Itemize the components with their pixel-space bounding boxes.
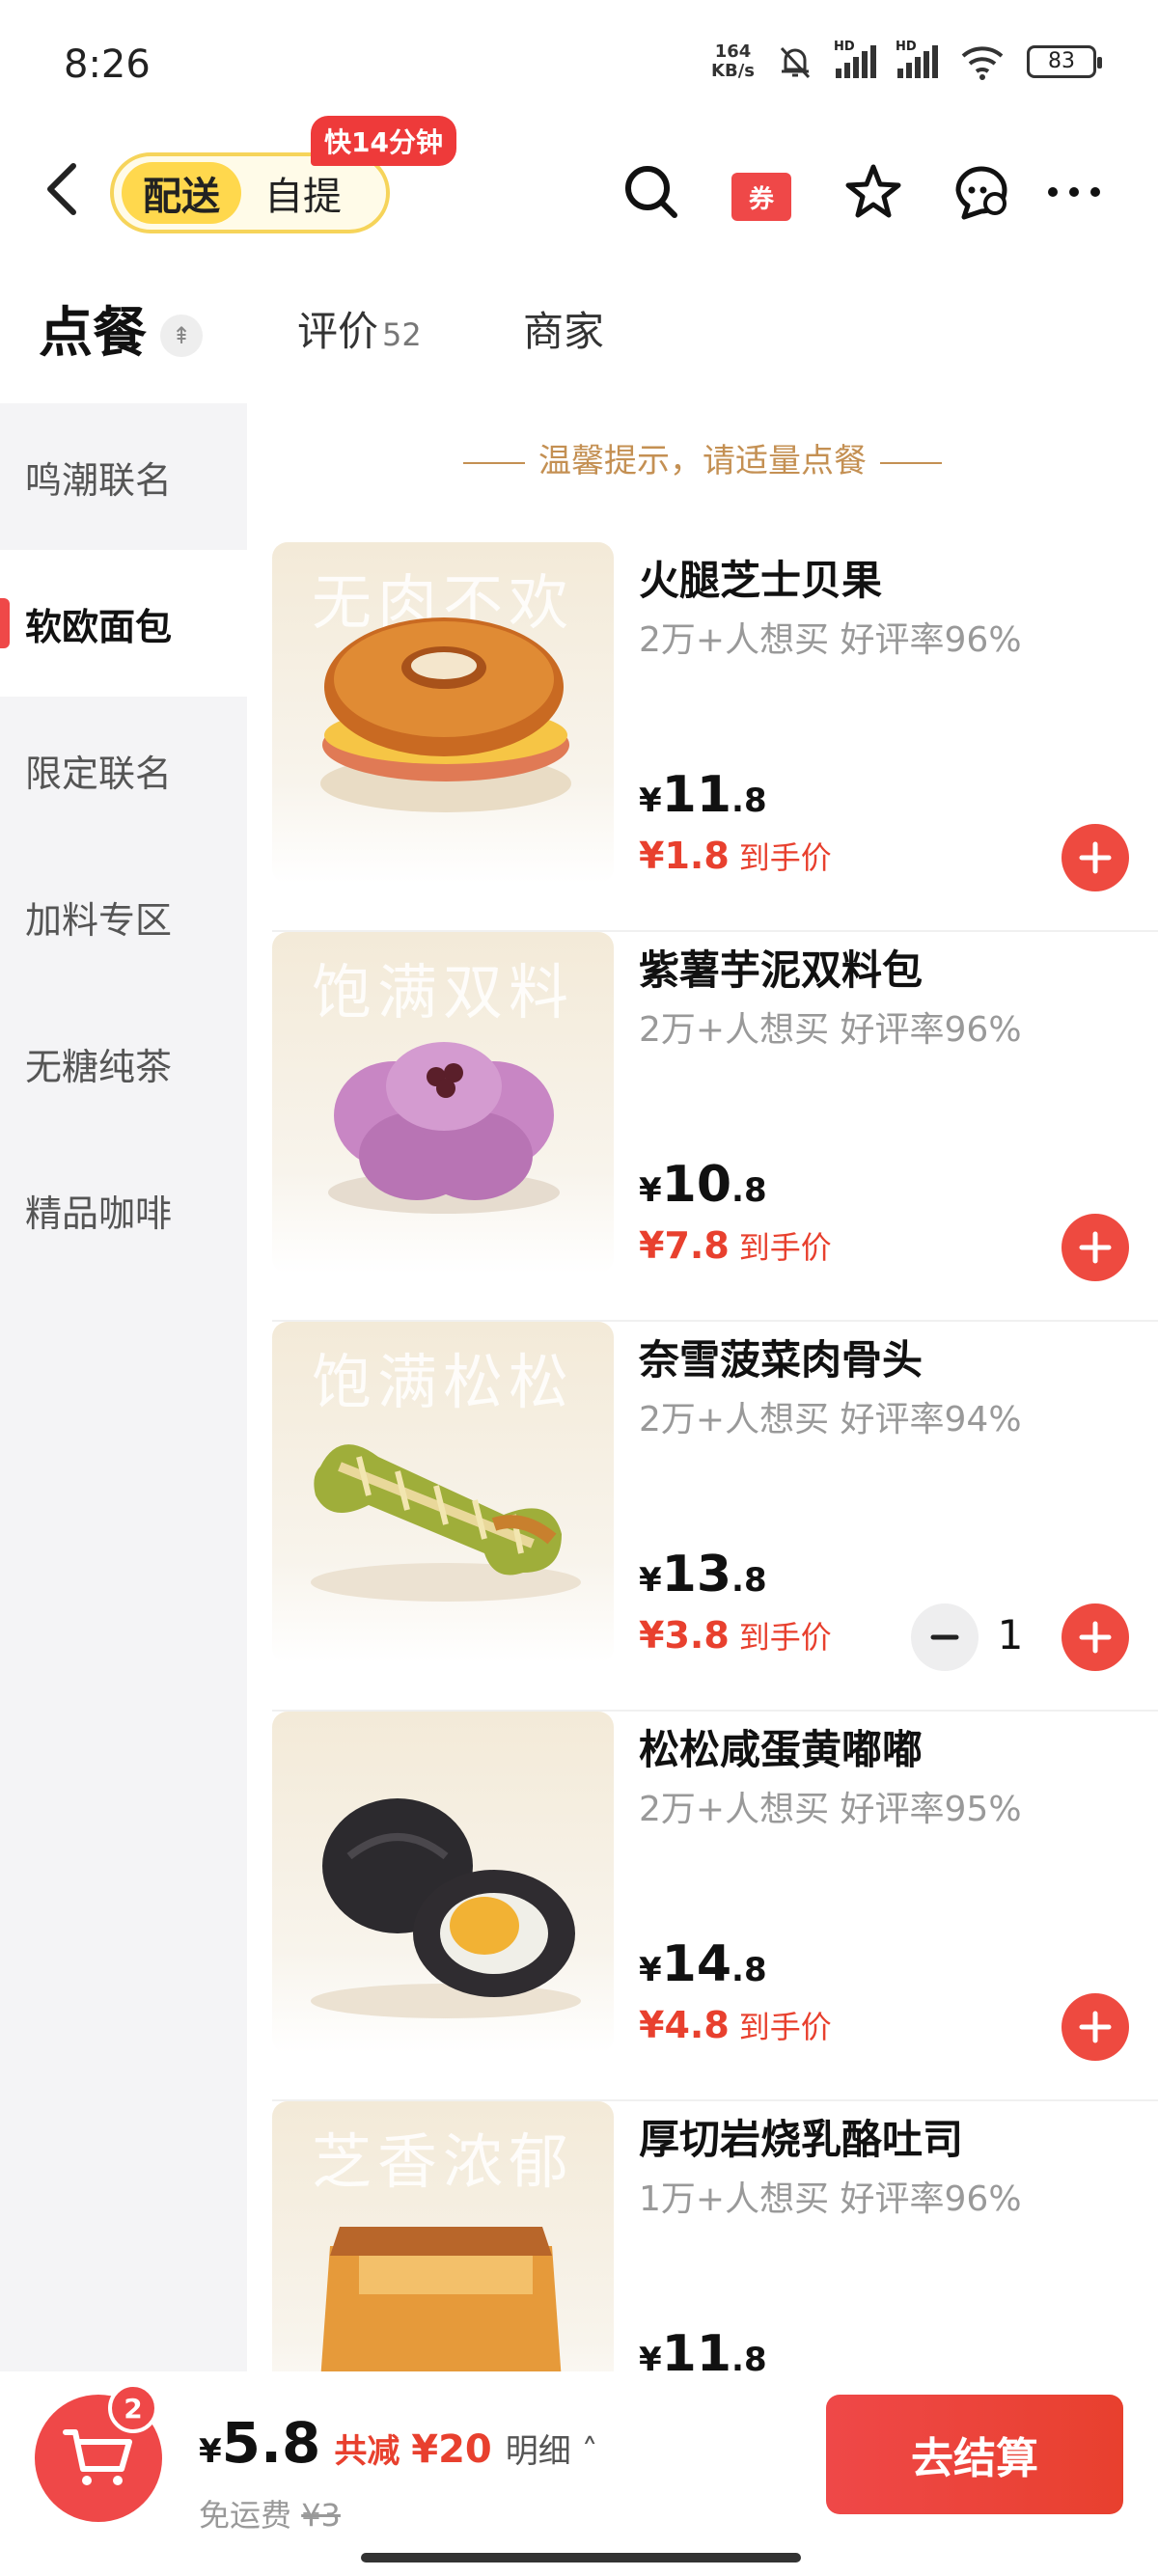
- product-name: 厚切岩烧乳酪吐司: [639, 2116, 964, 2163]
- order-tip: 温馨提示，请适量点餐: [247, 434, 1158, 481]
- cart-total: ¥ 5.8 共减 ¥20 明细 ˄: [199, 2410, 598, 2476]
- bagel-image: [320, 617, 571, 812]
- sidebar-item-coffee[interactable]: 精品咖啡: [0, 1137, 247, 1283]
- signal-icon: HD: [834, 40, 876, 78]
- checkout-button[interactable]: 去结算: [826, 2395, 1123, 2514]
- quantity-value: 1: [997, 1611, 1024, 1658]
- tab-reviews[interactable]: 评价 52: [297, 299, 422, 358]
- product-price: ¥10.8: [639, 1156, 767, 1214]
- plus-icon: [1079, 841, 1112, 874]
- minus-icon: [930, 1634, 959, 1640]
- product-stats: 2万+人想买 好评率96%: [639, 620, 1022, 660]
- wifi-icon: [961, 46, 1004, 80]
- status-time: 8:26: [64, 42, 151, 87]
- mode-delivery[interactable]: 配送: [122, 162, 241, 224]
- favorite-star-icon[interactable]: [840, 158, 907, 226]
- product-price: ¥11.8: [639, 2325, 767, 2371]
- coupon-icon[interactable]: 券: [728, 158, 795, 226]
- product-stats: 2万+人想买 好评率96%: [639, 1010, 1022, 1050]
- add-to-cart-button[interactable]: [1062, 1603, 1129, 1671]
- decrease-quantity-button[interactable]: [911, 1603, 979, 1671]
- final-price: ¥7.8 到手价: [639, 1224, 832, 1267]
- chevron-up-icon: ˄: [570, 2432, 598, 2471]
- product-item[interactable]: 饱满双料 紫薯芋泥双料包 2万+人想买 好评率96% ¥10.8 ¥7.8 到手价: [272, 932, 1158, 1322]
- product-name: 火腿芝士贝果: [639, 557, 883, 604]
- black-bun-image: [311, 1798, 581, 2018]
- product-item[interactable]: 松松咸蛋黄嘟嘟 2万+人想买 好评率95% ¥14.8 ¥4.8 到手价: [272, 1712, 1158, 2101]
- more-menu-icon[interactable]: [1040, 158, 1108, 226]
- plus-icon: [1079, 1231, 1112, 1264]
- mute-bell-icon: [780, 46, 811, 79]
- add-to-cart-button[interactable]: [1062, 824, 1129, 891]
- product-item[interactable]: 无肉不欢 火腿芝士贝果 2万+人想买 好评率96% ¥11.8 ¥1.8 到手价: [272, 542, 1158, 932]
- sidebar-item-limited[interactable]: 限定联名: [0, 697, 247, 843]
- battery-icon: 83: [1027, 45, 1102, 78]
- tab-order[interactable]: 点餐: [39, 289, 147, 368]
- product-price: ¥11.8: [639, 766, 767, 824]
- product-price: ¥13.8: [639, 1546, 767, 1603]
- plus-icon: [1079, 1621, 1112, 1654]
- product-image[interactable]: 芝香浓郁: [272, 2101, 614, 2371]
- back-arrow-icon[interactable]: [39, 160, 87, 218]
- cart-count-badge: 2: [108, 2383, 158, 2433]
- cart-bar: 2 ¥ 5.8 共减 ¥20 明细 ˄ 免运费 ¥3 去结算: [0, 2371, 1158, 2576]
- product-image[interactable]: 饱满松松: [272, 1322, 614, 1663]
- sidebar-item-tea[interactable]: 无糖纯茶: [0, 990, 247, 1137]
- product-name: 紫薯芋泥双料包: [639, 946, 924, 994]
- status-bar: 8:26 164 KB/s HD HD 83: [0, 0, 1158, 135]
- store-header: 配送 自提 快14分钟 券: [0, 116, 1158, 251]
- detail-toggle[interactable]: 明细 ˄: [506, 2425, 598, 2472]
- delivery-fee: 免运费 ¥3: [199, 2497, 341, 2534]
- category-sidebar: 鸣潮联名 软欧面包 限定联名 加料专区 无糖纯茶 精品咖啡: [0, 403, 247, 2371]
- plus-icon: [1079, 2011, 1112, 2043]
- purple-bun-image: [328, 1042, 560, 1214]
- final-price: ¥1.8 到手价: [639, 835, 832, 877]
- spinach-bread-image: [311, 1444, 581, 1602]
- tab-merchant[interactable]: 商家: [523, 299, 604, 358]
- product-item[interactable]: 芝香浓郁 厚切岩烧乳酪吐司 1万+人想买 好评率96% ¥11.8: [272, 2101, 1158, 2371]
- product-image[interactable]: 饱满双料: [272, 932, 614, 1274]
- collapse-arrow-icon[interactable]: ⇞: [160, 315, 203, 357]
- product-list: 温馨提示，请适量点餐 无肉不欢 火腿芝士贝果 2万+人想买 好评率96% ¥11…: [247, 403, 1158, 2371]
- discount-label: 共减 ¥20: [334, 2427, 492, 2472]
- toast-image: [320, 2227, 562, 2371]
- product-name: 松松咸蛋黄嘟嘟: [639, 1726, 924, 1773]
- search-icon[interactable]: [618, 158, 685, 226]
- sidebar-item-bread[interactable]: 软欧面包: [0, 550, 247, 697]
- mode-pickup[interactable]: 自提: [264, 165, 342, 221]
- store-tabs: 点餐 ⇞ 评价 52 商家: [0, 289, 1158, 386]
- customer-service-icon[interactable]: [948, 158, 1015, 226]
- home-indicator[interactable]: [361, 2553, 801, 2562]
- product-stats: 2万+人想买 好评率94%: [639, 1400, 1022, 1439]
- product-name: 奈雪菠菜肉骨头: [639, 1336, 924, 1384]
- product-item[interactable]: 饱满松松 奈雪菠菜肉骨头 2万+人想买 好评率94% ¥13.8 ¥3.8 到手价…: [272, 1322, 1158, 1712]
- final-price: ¥4.8 到手价: [639, 2004, 832, 2046]
- product-image[interactable]: [272, 1712, 614, 2053]
- net-speed: 164 KB/s: [711, 41, 755, 81]
- add-to-cart-button[interactable]: [1062, 1214, 1129, 1281]
- status-icons: 164 KB/s HD HD 83: [711, 40, 1102, 81]
- final-price: ¥3.8 到手价: [639, 1614, 832, 1657]
- sidebar-item-collab[interactable]: 鸣潮联名: [0, 403, 247, 550]
- sidebar-item-addons[interactable]: 加料专区: [0, 843, 247, 990]
- add-to-cart-button[interactable]: [1062, 1993, 1129, 2061]
- product-price: ¥14.8: [639, 1935, 767, 1993]
- product-stats: 2万+人想买 好评率95%: [639, 1790, 1022, 1829]
- shopping-cart-icon: [63, 2429, 132, 2485]
- product-stats: 1万+人想买 好评率96%: [639, 2179, 1022, 2219]
- signal-icon-2: HD: [896, 40, 938, 78]
- fast-pickup-badge: 快14分钟: [311, 116, 456, 166]
- product-image[interactable]: 无肉不欢: [272, 542, 614, 884]
